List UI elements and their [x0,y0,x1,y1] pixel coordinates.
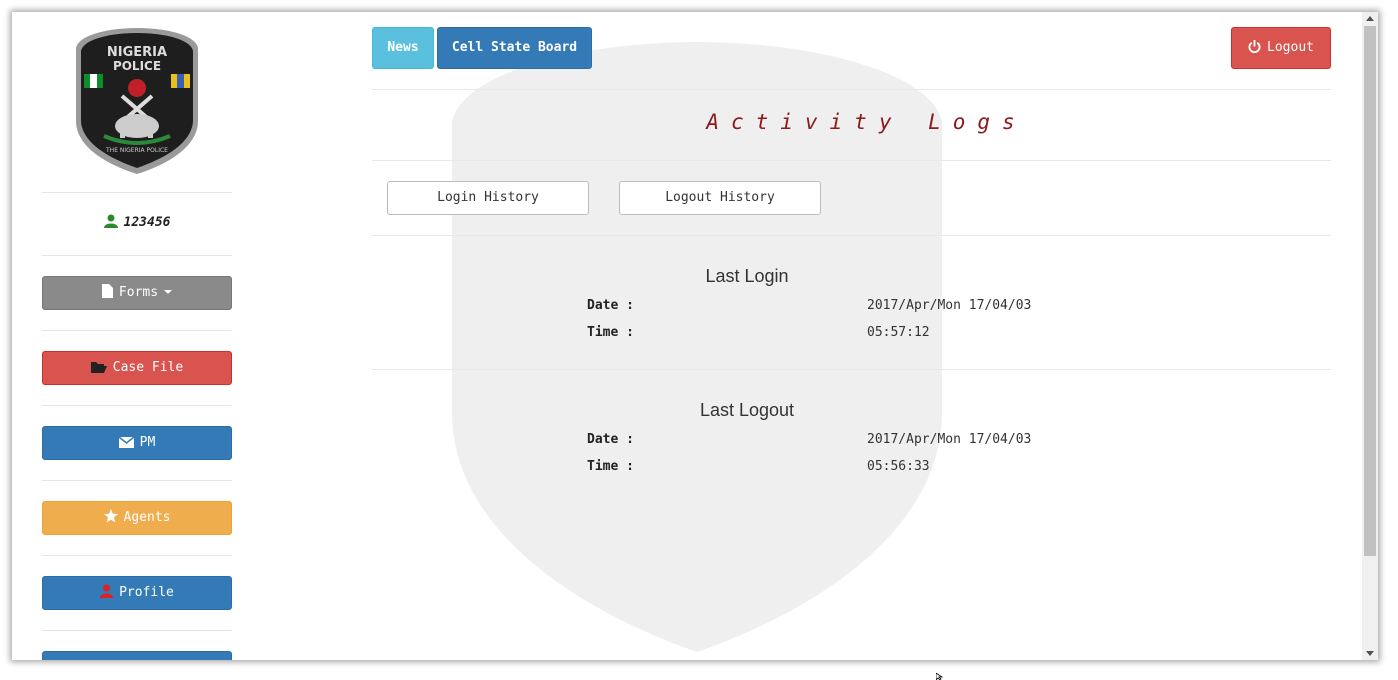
content-divider [372,89,1331,90]
last-logout-date-label: Date : [587,432,634,447]
mouse-cursor-icon [936,673,944,680]
pm-button[interactable]: PM [42,426,232,460]
user-id: 123456 [123,215,171,230]
forms-label: Forms [118,285,159,300]
last-login-date-value: 2017/Apr/Mon 17/04/03 [867,298,1032,313]
sidebar: NIGERIA POLICE THE NIGERIA POLICE 123456… [42,12,232,660]
news-button[interactable]: News [372,27,434,69]
forms-dropdown-button[interactable]: Forms [42,276,232,310]
agents-label: Agents [123,510,171,525]
browser-window: NIGERIA POLICE THE NIGERIA POLICE 123456… [12,12,1378,660]
vertical-scrollbar[interactable] [1362,12,1378,660]
logo-text-top: NIGERIA [107,45,167,60]
folder-open-icon [90,362,107,373]
user-icon [100,584,114,598]
sidebar-button-partial[interactable] [42,651,232,660]
logo-text-mid: POLICE [113,59,161,73]
user-icon [103,214,118,228]
last-logout-time-value: 05:56:33 [867,459,930,474]
sidebar-divider [42,630,232,631]
file-icon [101,284,113,298]
page-title: Activity Logs [706,110,1027,134]
scroll-up-arrow-icon[interactable] [1366,16,1374,21]
login-history-button[interactable]: Login History [387,181,589,215]
logout-history-button[interactable]: Logout History [619,181,821,215]
user-id-display: 123456 [42,214,232,230]
sidebar-divider [42,480,232,481]
last-login-time-label: Time : [587,325,634,340]
sidebar-divider [42,405,232,406]
content-divider [372,235,1331,236]
power-icon [1248,40,1261,54]
sidebar-divider [42,192,232,193]
agents-button[interactable]: Agents [42,501,232,535]
last-login-time-value: 05:57:12 [867,325,930,340]
content-divider [372,369,1331,370]
pm-label: PM [139,435,156,450]
logout-button[interactable]: Logout [1231,27,1331,69]
profile-button[interactable]: Profile [42,576,232,610]
nigeria-police-logo: NIGERIA POLICE THE NIGERIA POLICE [76,28,198,174]
sidebar-divider [42,555,232,556]
last-login-heading: Last Login [705,266,789,286]
content-divider [372,160,1331,161]
cell-state-board-button[interactable]: Cell State Board [437,27,592,69]
sidebar-divider [42,255,232,256]
case-file-button[interactable]: Case File [42,351,232,385]
envelope-icon [118,436,135,448]
logout-label: Logout [1267,40,1314,55]
scrollbar-thumb[interactable] [1364,26,1376,556]
scroll-down-arrow-icon[interactable] [1366,651,1374,656]
last-logout-date-value: 2017/Apr/Mon 17/04/03 [867,432,1032,447]
last-logout-time-label: Time : [587,459,634,474]
case-file-label: Case File [112,360,184,375]
last-logout-heading: Last Logout [699,400,795,420]
profile-label: Profile [119,585,174,600]
last-login-date-label: Date : [587,298,634,313]
sidebar-divider [42,330,232,331]
caret-down-icon [164,290,173,294]
logo-text-bottom: THE NIGERIA POLICE [105,147,168,154]
star-icon [103,509,118,523]
